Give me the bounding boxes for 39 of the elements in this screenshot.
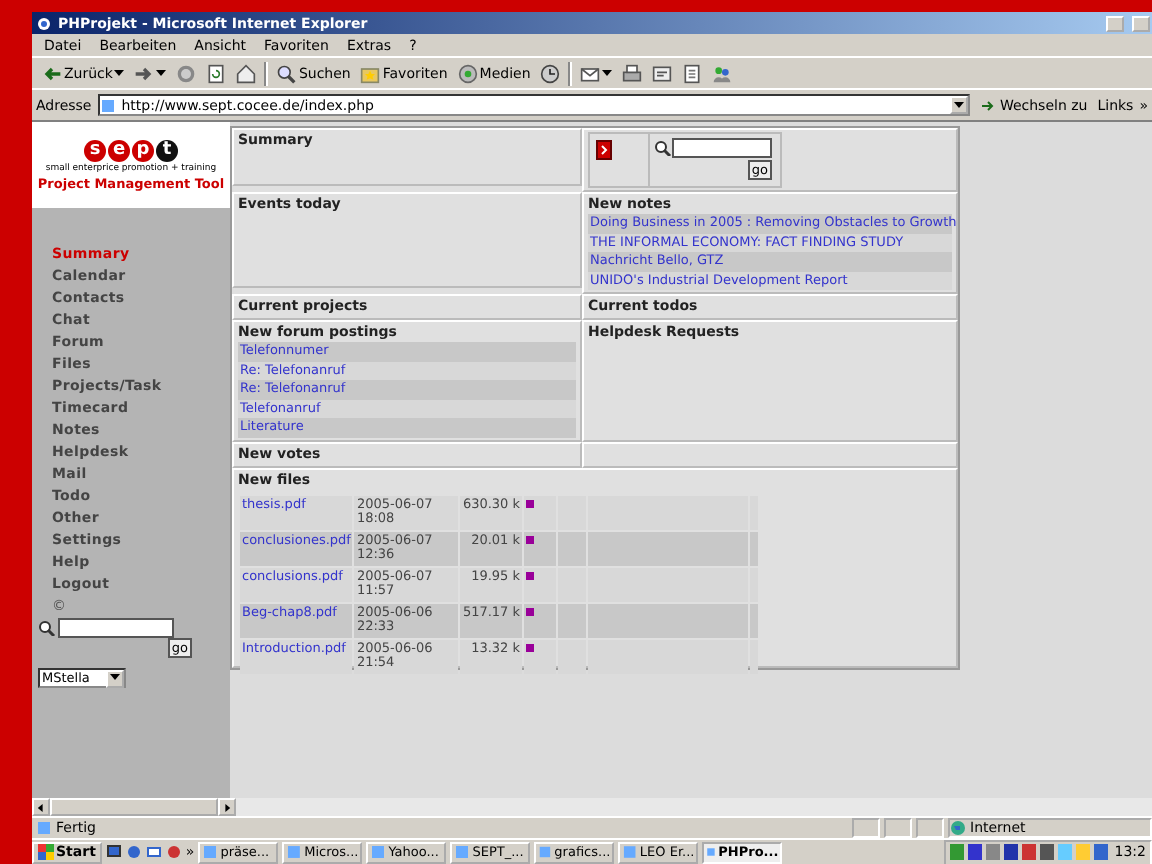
caret-icon	[953, 101, 964, 109]
caret-icon	[114, 69, 125, 77]
file-marker-icon	[526, 571, 535, 579]
right-arrow-icon[interactable]	[222, 803, 232, 811]
caret-icon	[156, 69, 167, 77]
caret-icon	[110, 674, 120, 682]
file-marker-icon	[526, 643, 535, 651]
logo-drawing: s e p t	[84, 139, 178, 161]
folder-star-icon[interactable]	[360, 63, 381, 83]
search-icon	[654, 140, 672, 156]
window-icon	[706, 844, 717, 860]
left-arrow-icon[interactable]	[36, 803, 46, 811]
window-icon	[538, 844, 553, 860]
search-field[interactable]	[672, 138, 772, 158]
file-marker-icon	[526, 499, 535, 507]
search-icon[interactable]	[276, 63, 297, 83]
tray-icons-drawing[interactable]	[950, 844, 1111, 860]
toolbar-icon-button[interactable]	[578, 63, 615, 83]
window-icon	[454, 844, 471, 860]
exit-door-icon[interactable]	[596, 140, 612, 160]
go-arrow-icon	[979, 97, 996, 113]
horizontal-scrollbar[interactable]	[32, 798, 1152, 816]
window-icon	[286, 844, 303, 860]
file-marker-icon	[526, 607, 535, 615]
caret-icon	[602, 69, 613, 77]
desktop-icon[interactable]	[105, 844, 122, 860]
window-icon	[202, 844, 219, 860]
window-icon	[622, 844, 638, 860]
file-marker-icon	[526, 535, 535, 543]
toolbar-icon-button[interactable]	[132, 63, 169, 83]
search-icon	[38, 620, 56, 636]
page-icon	[99, 97, 116, 113]
window-icon	[370, 844, 387, 860]
four-squares-icon	[38, 844, 54, 860]
globe-icon	[950, 820, 966, 836]
back-arrow-icon[interactable]	[42, 63, 62, 83]
search-field[interactable]	[58, 618, 174, 638]
forward-arrow-icon[interactable]	[134, 63, 155, 83]
page-icon	[36, 820, 52, 836]
